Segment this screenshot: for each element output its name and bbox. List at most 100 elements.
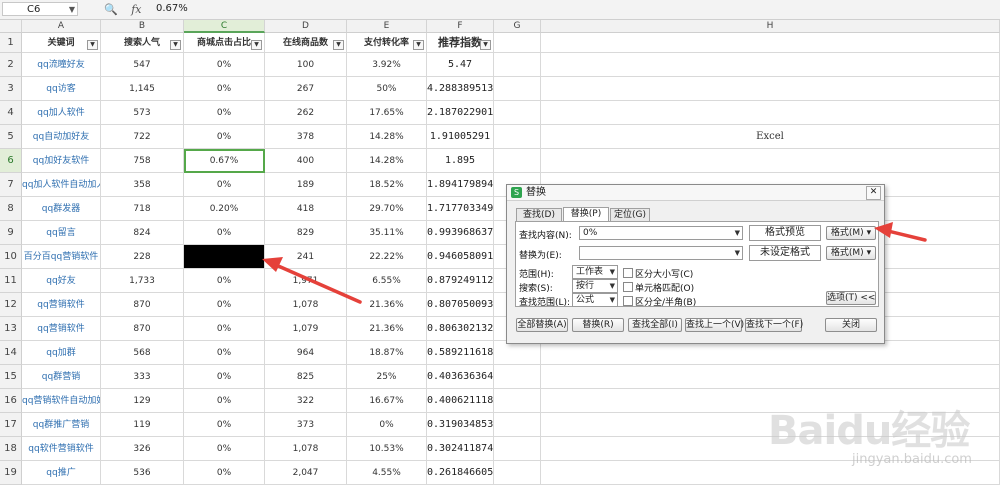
name-box[interactable]: C6 ▼	[2, 2, 78, 16]
row-header[interactable]: 4	[0, 101, 22, 125]
column-header-c[interactable]: C	[184, 20, 265, 33]
search-select[interactable]: 按行 ▼	[572, 279, 618, 293]
replace-all-button[interactable]: 全部替换(A)	[516, 318, 568, 332]
replace-button[interactable]: 替换(R)	[572, 318, 624, 332]
grid-cell[interactable]: 568	[101, 341, 184, 365]
grid-cell[interactable]: 0%	[184, 341, 265, 365]
grid-cell[interactable]: 6.55%	[347, 269, 427, 293]
grid-cell[interactable]: 0%	[184, 413, 265, 437]
header-cell[interactable]: 搜索人气 ▼	[101, 33, 184, 53]
keyword-cell[interactable]: qq群推广营销	[22, 413, 101, 437]
grid-cell[interactable]: 378	[265, 125, 347, 149]
keyword-cell[interactable]: qq推广	[22, 461, 101, 485]
grid-cell[interactable]: 14.28%	[347, 125, 427, 149]
keyword-cell[interactable]: qq好友	[22, 269, 101, 293]
row-header[interactable]: 2	[0, 53, 22, 77]
filter-dropdown-icon[interactable]: ▼	[170, 40, 181, 50]
grid-cell[interactable]: 829	[265, 221, 347, 245]
grid-cell[interactable]: 3.92%	[347, 53, 427, 77]
row-header[interactable]: 10	[0, 245, 22, 269]
row-header[interactable]: 9	[0, 221, 22, 245]
grid-cell[interactable]: 0.807050093	[427, 293, 494, 317]
grid-cell[interactable]: 0%	[184, 437, 265, 461]
grid-cell[interactable]: 0.400621118	[427, 389, 494, 413]
grid-cell[interactable]: 21.36%	[347, 293, 427, 317]
grid-cell[interactable]	[494, 389, 541, 413]
grid-cell[interactable]: 1,079	[265, 317, 347, 341]
grid-cell[interactable]: 1.91005291	[427, 125, 494, 149]
grid-cell[interactable]: 0%	[184, 293, 265, 317]
filter-dropdown-icon[interactable]: ▼	[251, 40, 262, 50]
grid-cell[interactable]: 0%	[184, 53, 265, 77]
grid-cell[interactable]: 0%	[184, 125, 265, 149]
grid-cell[interactable]: 0%	[184, 389, 265, 413]
grid-cell[interactable]	[541, 33, 1000, 53]
grid-cell[interactable]: 0.403636364	[427, 365, 494, 389]
grid-cell[interactable]: 0%	[184, 365, 265, 389]
grid-cell[interactable]: 0.261846605	[427, 461, 494, 485]
grid-cell[interactable]	[541, 101, 1000, 125]
keyword-cell[interactable]: qq营销软件自动加好友	[22, 389, 101, 413]
grid-cell[interactable]: 0%	[184, 461, 265, 485]
row-header[interactable]: 14	[0, 341, 22, 365]
range-select[interactable]: 工作表 ▼	[572, 265, 618, 279]
grid-cell[interactable]	[494, 77, 541, 101]
grid-cell[interactable]	[494, 149, 541, 173]
grid-cell[interactable]	[494, 101, 541, 125]
column-header-h[interactable]: H	[541, 20, 1000, 33]
grid-cell[interactable]: 228	[101, 245, 184, 269]
header-cell[interactable]: 在线商品数 ▼	[265, 33, 347, 53]
grid-cell[interactable]	[494, 461, 541, 485]
grid-cell[interactable]: 4.55%	[347, 461, 427, 485]
chevron-down-icon[interactable]: ▼	[735, 247, 740, 259]
grid-cell[interactable]: 0.20%	[184, 197, 265, 221]
keyword-cell[interactable]: qq加人软件自动加人	[22, 173, 101, 197]
column-header-d[interactable]: D	[265, 20, 347, 33]
close-button[interactable]: 关闭	[825, 318, 877, 332]
find-all-button[interactable]: 查找全部(I)	[628, 318, 682, 332]
grid-cell[interactable]: 25%	[347, 365, 427, 389]
close-icon[interactable]: ✕	[866, 186, 881, 200]
width-checkbox[interactable]	[623, 296, 633, 306]
grid-cell[interactable]	[494, 413, 541, 437]
grid-cell[interactable]: 18.52%	[347, 173, 427, 197]
grid-cell[interactable]: 0.302411874	[427, 437, 494, 461]
row-header[interactable]: 16	[0, 389, 22, 413]
grid-cell[interactable]: 50%	[347, 77, 427, 101]
row-header[interactable]: 8	[0, 197, 22, 221]
formula-input[interactable]: 0.67%	[156, 3, 188, 14]
grid-cell[interactable]: 1,971	[265, 269, 347, 293]
lookin-select[interactable]: 公式 ▼	[572, 293, 618, 307]
grid-cell[interactable]: 0.589211618	[427, 341, 494, 365]
grid-cell[interactable]: 0%	[184, 317, 265, 341]
select-all-corner[interactable]	[0, 20, 22, 33]
grid-cell[interactable]: 373	[265, 413, 347, 437]
format-button-find[interactable]: 格式(M) ▾	[826, 226, 876, 240]
grid-cell[interactable]	[494, 365, 541, 389]
dialog-titlebar[interactable]: S 替换 ✕	[507, 185, 884, 201]
grid-cell[interactable]: 322	[265, 389, 347, 413]
grid-cell[interactable]: 10.53%	[347, 437, 427, 461]
grid-cell[interactable]: 129	[101, 389, 184, 413]
format-button-replace[interactable]: 格式(M) ▾	[826, 246, 876, 260]
keyword-cell[interactable]: qq软件营销软件	[22, 437, 101, 461]
grid-cell[interactable]: 964	[265, 341, 347, 365]
header-cell[interactable]: 推荐指数 ▼	[427, 33, 494, 53]
grid-cell[interactable]: 1.717703349	[427, 197, 494, 221]
grid-cell[interactable]: 35.11%	[347, 221, 427, 245]
keyword-cell[interactable]: qq自动加好友	[22, 125, 101, 149]
fx-icon[interactable]: fx	[131, 3, 141, 16]
grid-cell[interactable]: 4.288389513	[427, 77, 494, 101]
keyword-cell[interactable]: qq群发器	[22, 197, 101, 221]
case-checkbox[interactable]	[623, 268, 633, 278]
grid-cell[interactable]	[541, 149, 1000, 173]
grid-cell[interactable]: 0.993968637	[427, 221, 494, 245]
grid-cell[interactable]: 0.319034853	[427, 413, 494, 437]
column-header-e[interactable]: E	[347, 20, 427, 33]
grid-cell[interactable]: 722	[101, 125, 184, 149]
grid-cell[interactable]: 267	[265, 77, 347, 101]
column-header-a[interactable]: A	[22, 20, 101, 33]
row-header[interactable]: 13	[0, 317, 22, 341]
grid-cell[interactable]: 0%	[184, 221, 265, 245]
grid-cell[interactable]: 1,145	[101, 77, 184, 101]
